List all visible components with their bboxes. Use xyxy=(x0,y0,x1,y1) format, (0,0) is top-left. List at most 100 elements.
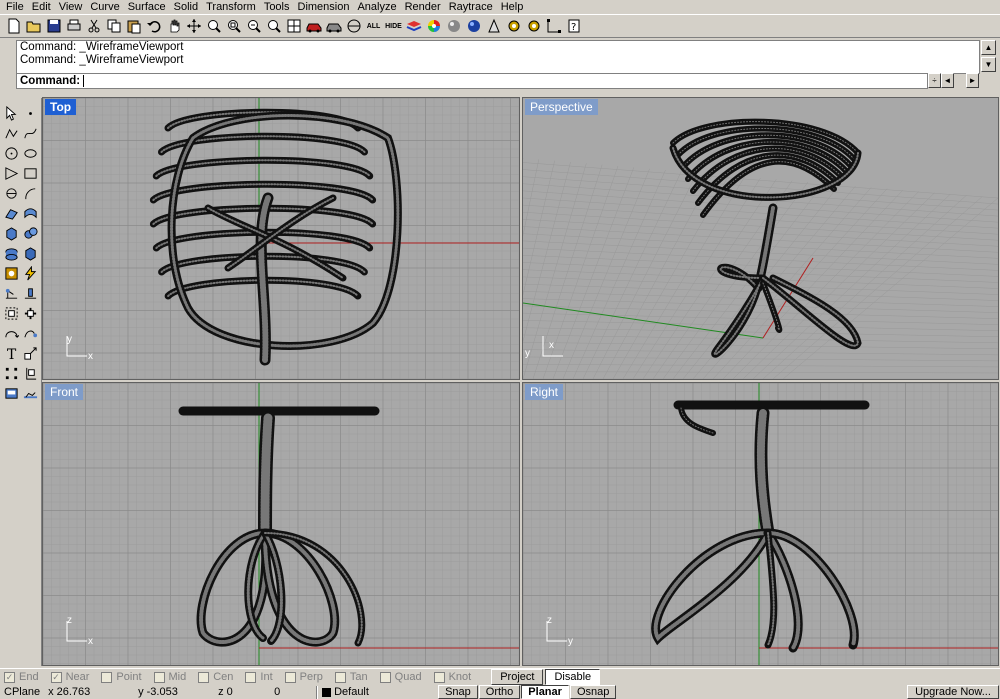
osnap-perp[interactable]: Perp xyxy=(284,671,323,683)
block-icon[interactable] xyxy=(21,304,40,323)
flow-icon[interactable] xyxy=(21,324,40,343)
rectangle-icon[interactable] xyxy=(21,164,40,183)
menu-analyze[interactable]: Analyze xyxy=(355,1,402,13)
arrow-right-icon[interactable]: ► xyxy=(966,73,979,88)
edit-points-icon[interactable] xyxy=(21,284,40,303)
gear-small-icon[interactable] xyxy=(524,17,543,36)
blue-sphere-icon[interactable] xyxy=(464,17,483,36)
command-line[interactable]: Command: xyxy=(16,73,928,89)
command-history-scrollbar[interactable]: ▲ ▼ xyxy=(981,40,997,74)
mesh-box-icon[interactable] xyxy=(21,244,40,263)
ortho-toggle[interactable]: Ortho xyxy=(478,685,521,699)
dimension-icon[interactable] xyxy=(544,17,563,36)
mesh-icon[interactable] xyxy=(2,244,21,263)
hide-objects-button[interactable]: HIDE xyxy=(384,17,403,36)
dimension-tool-icon[interactable] xyxy=(2,364,21,383)
car-render-icon[interactable] xyxy=(304,17,323,36)
undo-icon[interactable] xyxy=(144,17,163,36)
menu-solid[interactable]: Solid xyxy=(172,1,204,13)
viewport-title[interactable]: Front xyxy=(45,384,84,400)
perspective-view-canvas[interactable] xyxy=(523,98,998,379)
menu-render[interactable]: Render xyxy=(403,1,447,13)
menu-tools[interactable]: Tools xyxy=(262,1,296,13)
viewport-perspective[interactable]: Perspective y x xyxy=(522,97,999,380)
point-icon[interactable] xyxy=(21,104,40,123)
menu-curve[interactable]: Curve xyxy=(88,1,125,13)
circle-icon[interactable] xyxy=(2,144,21,163)
box-solid-icon[interactable] xyxy=(2,224,21,243)
zoom-window-icon[interactable] xyxy=(224,17,243,36)
curve-icon[interactable] xyxy=(21,124,40,143)
spotlight-icon[interactable] xyxy=(484,17,503,36)
menu-file[interactable]: File xyxy=(4,1,30,13)
osnap-cen[interactable]: Cen xyxy=(198,671,233,683)
project-tab[interactable]: Project xyxy=(491,669,544,685)
menu-dimension[interactable]: Dimension xyxy=(296,1,356,13)
arrow-left-icon[interactable]: ◄ xyxy=(941,73,954,88)
save-icon[interactable] xyxy=(44,17,63,36)
checkbox[interactable] xyxy=(379,671,391,683)
right-view-canvas[interactable] xyxy=(523,383,998,665)
osnap-toggle[interactable]: Osnap xyxy=(569,685,617,699)
osnap-tan[interactable]: Tan xyxy=(334,671,368,683)
osnap-knot[interactable]: Knot xyxy=(433,671,471,683)
checkbox[interactable] xyxy=(153,671,165,683)
four-viewports-icon[interactable] xyxy=(284,17,303,36)
surface-blend-icon[interactable] xyxy=(21,204,40,223)
upgrade-button[interactable]: Upgrade Now... xyxy=(907,685,999,699)
open-folder-icon[interactable] xyxy=(24,17,43,36)
spin-updown-icon[interactable]: ÷ xyxy=(928,73,941,88)
checkbox[interactable] xyxy=(334,671,346,683)
menu-transform[interactable]: Transform xyxy=(204,1,262,13)
text-icon[interactable]: T xyxy=(2,344,21,363)
layout-icon[interactable] xyxy=(21,364,40,383)
zoom-extents-icon[interactable] xyxy=(244,17,263,36)
viewport-top[interactable]: Top y x xyxy=(42,97,520,380)
rotate-view-icon[interactable] xyxy=(184,17,203,36)
copy-icon[interactable] xyxy=(104,17,123,36)
checkbox[interactable] xyxy=(284,671,296,683)
help-icon[interactable]: ? xyxy=(564,17,583,36)
osnap-quad[interactable]: Quad xyxy=(379,671,422,683)
cut-icon[interactable] xyxy=(84,17,103,36)
group-icon[interactable] xyxy=(2,304,21,323)
polygon-icon[interactable] xyxy=(2,164,21,183)
menu-help[interactable]: Help xyxy=(499,1,530,13)
new-file-icon[interactable] xyxy=(4,17,23,36)
zoom-dynamic-icon[interactable] xyxy=(204,17,223,36)
color-wheel-icon[interactable] xyxy=(424,17,443,36)
viewport-right[interactable]: Right z y xyxy=(522,382,999,666)
render-icon[interactable] xyxy=(2,264,21,283)
current-layer[interactable]: Default xyxy=(318,685,438,699)
osnap-end[interactable]: ✓ End xyxy=(4,671,39,683)
checkbox[interactable] xyxy=(245,671,257,683)
transform-icon[interactable] xyxy=(2,284,21,303)
scroll-up-icon[interactable]: ▲ xyxy=(981,40,996,55)
menu-edit[interactable]: Edit xyxy=(30,1,57,13)
disable-tab[interactable]: Disable xyxy=(545,669,601,685)
select-object-icon[interactable] xyxy=(344,17,363,36)
ellipse-icon[interactable] xyxy=(21,144,40,163)
viewport-front[interactable]: Front z x xyxy=(42,382,520,666)
pan-hand-icon[interactable] xyxy=(164,17,183,36)
analyze-icon[interactable] xyxy=(2,384,21,403)
select-all-button[interactable]: ALL xyxy=(364,17,383,36)
menu-view[interactable]: View xyxy=(57,1,89,13)
menu-surface[interactable]: Surface xyxy=(126,1,172,13)
arc-icon[interactable] xyxy=(21,184,40,203)
select-arrow-icon[interactable] xyxy=(2,104,21,123)
print-icon[interactable] xyxy=(64,17,83,36)
polyline-icon[interactable] xyxy=(2,124,21,143)
paste-icon[interactable] xyxy=(124,17,143,36)
planar-toggle[interactable]: Planar xyxy=(521,685,569,699)
ground-plane-icon[interactable] xyxy=(21,384,40,403)
bend-icon[interactable] xyxy=(2,324,21,343)
checkbox[interactable] xyxy=(101,671,113,683)
curve-offset-icon[interactable] xyxy=(2,184,21,203)
scale-icon[interactable] xyxy=(21,344,40,363)
viewport-title[interactable]: Perspective xyxy=(525,99,598,115)
layers-icon[interactable] xyxy=(404,17,423,36)
osnap-int[interactable]: Int xyxy=(245,671,273,683)
osnap-point[interactable]: Point xyxy=(101,671,142,683)
lightning-icon[interactable] xyxy=(21,264,40,283)
